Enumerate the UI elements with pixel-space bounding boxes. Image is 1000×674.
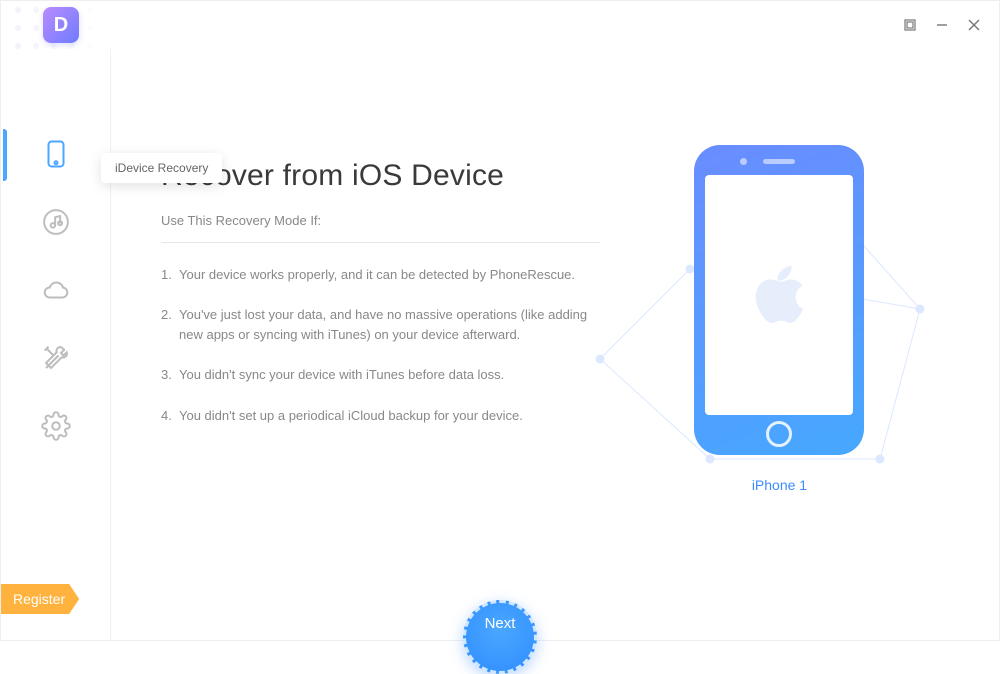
main-left: Recover from iOS Device Use This Recover… [161,159,600,640]
sidebar-tooltip-label: iDevice Recovery [115,161,208,175]
minimize-icon[interactable] [935,18,949,32]
sidebar-item-idevice-icon[interactable] [41,139,71,169]
sidebar-tooltip: iDevice Recovery [101,153,222,183]
page-title: Recover from iOS Device [161,159,600,193]
sidebar-item-itunes-icon[interactable] [41,207,71,237]
next-button-label: Next [485,615,516,632]
list-item: You've just lost your data, and have no … [161,305,600,345]
app-logo-icon: D [43,7,79,43]
next-button[interactable]: Next [463,600,537,674]
list-item: You didn't sync your device with iTunes … [161,365,600,385]
sidebar-item-icloud-icon[interactable] [41,275,71,305]
maximize-icon[interactable] [903,18,917,32]
divider [161,242,600,243]
titlebar: D [1,1,999,49]
list-item: You didn't set up a periodical iCloud ba… [161,406,600,426]
sidebar [1,49,111,640]
window-controls [903,18,991,32]
sidebar-item-settings-icon[interactable] [41,411,71,441]
close-icon[interactable] [967,18,981,32]
sidebar-item-tools-icon[interactable] [41,343,71,373]
apple-logo-icon [754,265,804,325]
logo-letter: D [54,14,68,37]
conditions-list: Your device works properly, and it can b… [161,265,600,426]
page-subhead: Use This Recovery Mode If: [161,213,600,228]
main: Recover from iOS Device Use This Recover… [111,49,999,640]
phone-illustration [694,145,864,455]
register-button-label: Register [13,591,65,607]
list-item: Your device works properly, and it can b… [161,265,600,285]
register-button[interactable]: Register [1,584,79,614]
device-preview: iPhone 1 [600,159,959,640]
logo-area: D [1,1,129,49]
